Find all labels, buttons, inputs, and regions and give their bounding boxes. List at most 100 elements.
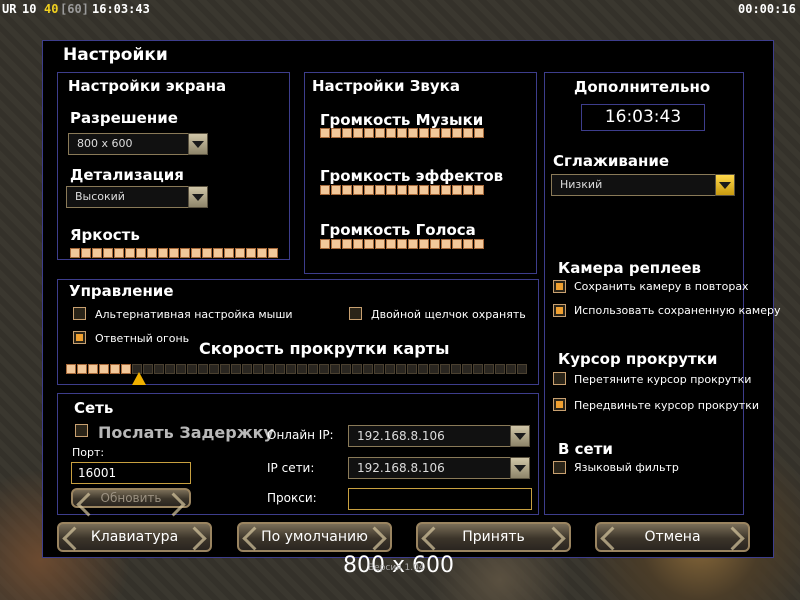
slider-segment[interactable]: [452, 239, 462, 249]
chevron-down-icon[interactable]: [715, 174, 735, 196]
slider-segment[interactable]: [342, 128, 352, 138]
slider-segment[interactable]: [187, 364, 197, 374]
slider-segment[interactable]: [364, 185, 374, 195]
antialiasing-dropdown[interactable]: Низкий: [551, 174, 735, 196]
chevron-down-icon[interactable]: [188, 186, 208, 208]
slider-segment[interactable]: [264, 364, 274, 374]
slider-segment[interactable]: [462, 364, 472, 374]
resolution-dropdown[interactable]: 800 x 600: [68, 133, 208, 155]
accept-button[interactable]: Принять: [416, 522, 571, 552]
slider-segment[interactable]: [66, 364, 76, 374]
slider-segment[interactable]: [463, 239, 473, 249]
slider-segment[interactable]: [363, 364, 373, 374]
slider-segment[interactable]: [484, 364, 494, 374]
slider-segment[interactable]: [331, 185, 341, 195]
slider-segment[interactable]: [180, 248, 190, 258]
slider-segment[interactable]: [386, 128, 396, 138]
save-camera-checkbox[interactable]: [553, 280, 566, 293]
slider-segment[interactable]: [451, 364, 461, 374]
drag-cursor-checkbox[interactable]: [553, 372, 566, 385]
voice-volume-slider[interactable]: [320, 239, 484, 249]
slider-segment[interactable]: [176, 364, 186, 374]
slider-segment[interactable]: [397, 185, 407, 195]
detail-dropdown[interactable]: Высокий: [66, 186, 208, 208]
slider-segment[interactable]: [169, 248, 179, 258]
slider-segment[interactable]: [70, 248, 80, 258]
slider-segment[interactable]: [396, 364, 406, 374]
slider-segment[interactable]: [407, 364, 417, 374]
slider-segment[interactable]: [463, 128, 473, 138]
slider-segment[interactable]: [418, 364, 428, 374]
language-filter-checkbox[interactable]: [553, 461, 566, 474]
slider-segment[interactable]: [495, 364, 505, 374]
effects-volume-slider[interactable]: [320, 185, 484, 195]
slider-segment[interactable]: [474, 185, 484, 195]
chevron-down-icon[interactable]: [510, 425, 530, 447]
slider-segment[interactable]: [441, 239, 451, 249]
slider-segment[interactable]: [408, 239, 418, 249]
slider-segment[interactable]: [473, 364, 483, 374]
slider-segment[interactable]: [320, 128, 330, 138]
slider-segment[interactable]: [353, 128, 363, 138]
slider-segment[interactable]: [386, 239, 396, 249]
slider-segment[interactable]: [419, 128, 429, 138]
slider-segment[interactable]: [342, 239, 352, 249]
slider-segment[interactable]: [99, 364, 109, 374]
slider-segment[interactable]: [121, 364, 131, 374]
slider-segment[interactable]: [397, 239, 407, 249]
slider-segment[interactable]: [352, 364, 362, 374]
refresh-button[interactable]: Обновить: [71, 488, 191, 508]
slider-segment[interactable]: [231, 364, 241, 374]
slider-segment[interactable]: [474, 239, 484, 249]
keyboard-button[interactable]: Клавиатура: [57, 522, 212, 552]
slider-segment[interactable]: [408, 128, 418, 138]
alt-mouse-checkbox[interactable]: [73, 307, 86, 320]
slider-thumb-icon[interactable]: [132, 372, 146, 385]
slider-segment[interactable]: [198, 364, 208, 374]
defaults-button[interactable]: По умолчанию: [237, 522, 392, 552]
slider-segment[interactable]: [297, 364, 307, 374]
slider-segment[interactable]: [257, 248, 267, 258]
slider-segment[interactable]: [429, 364, 439, 374]
return-fire-checkbox[interactable]: [73, 331, 86, 344]
chevron-down-icon[interactable]: [188, 133, 208, 155]
proxy-input[interactable]: [348, 488, 532, 510]
slider-segment[interactable]: [364, 239, 374, 249]
slider-segment[interactable]: [342, 185, 352, 195]
slider-segment[interactable]: [103, 248, 113, 258]
slider-segment[interactable]: [419, 185, 429, 195]
slider-segment[interactable]: [88, 364, 98, 374]
slider-segment[interactable]: [430, 239, 440, 249]
slider-segment[interactable]: [463, 185, 473, 195]
slider-segment[interactable]: [308, 364, 318, 374]
slider-segment[interactable]: [353, 239, 363, 249]
slider-segment[interactable]: [224, 248, 234, 258]
slider-segment[interactable]: [320, 239, 330, 249]
slider-segment[interactable]: [353, 185, 363, 195]
slider-segment[interactable]: [220, 364, 230, 374]
slider-segment[interactable]: [275, 364, 285, 374]
slider-segment[interactable]: [331, 128, 341, 138]
slider-segment[interactable]: [385, 364, 395, 374]
slider-segment[interactable]: [136, 248, 146, 258]
slider-segment[interactable]: [246, 248, 256, 258]
slider-segment[interactable]: [441, 128, 451, 138]
slider-segment[interactable]: [374, 364, 384, 374]
slider-segment[interactable]: [331, 239, 341, 249]
slider-segment[interactable]: [375, 128, 385, 138]
slider-segment[interactable]: [286, 364, 296, 374]
online-ip-dropdown[interactable]: 192.168.8.106: [348, 425, 530, 447]
slider-segment[interactable]: [242, 364, 252, 374]
lan-ip-dropdown[interactable]: 192.168.8.106: [348, 457, 530, 479]
slider-segment[interactable]: [474, 128, 484, 138]
slider-segment[interactable]: [213, 248, 223, 258]
slider-segment[interactable]: [81, 248, 91, 258]
slider-segment[interactable]: [341, 364, 351, 374]
slider-segment[interactable]: [452, 128, 462, 138]
music-volume-slider[interactable]: [320, 128, 484, 138]
slider-segment[interactable]: [440, 364, 450, 374]
slider-segment[interactable]: [191, 248, 201, 258]
slider-segment[interactable]: [330, 364, 340, 374]
slider-segment[interactable]: [209, 364, 219, 374]
slider-segment[interactable]: [158, 248, 168, 258]
